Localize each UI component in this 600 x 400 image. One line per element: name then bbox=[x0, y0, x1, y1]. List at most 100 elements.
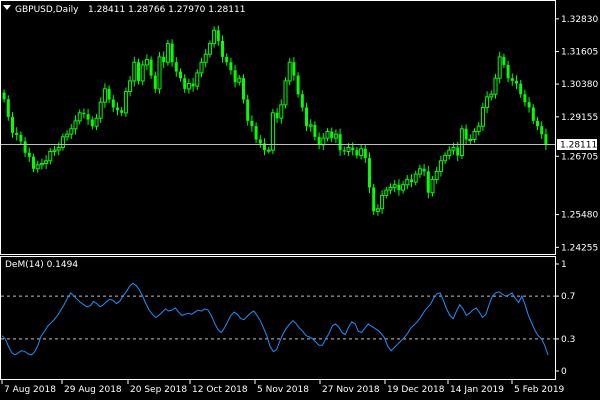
candle bbox=[229, 57, 233, 75]
osc-tick-label: 0.7 bbox=[561, 292, 575, 302]
candle bbox=[410, 174, 413, 188]
time-tick-label: 7 Aug 2018 bbox=[4, 385, 56, 395]
candle bbox=[342, 146, 346, 156]
oscillator-axis: 1 0.7 0.3 0 bbox=[555, 260, 575, 377]
candle bbox=[317, 132, 321, 150]
price-tick-label: 1.24255 bbox=[561, 243, 598, 253]
candle bbox=[216, 25, 220, 46]
candle bbox=[384, 186, 389, 199]
candles-group bbox=[2, 25, 548, 216]
candle bbox=[191, 77, 195, 92]
candle bbox=[333, 129, 338, 143]
candle bbox=[417, 164, 422, 179]
price-tick-label: 1.32830 bbox=[561, 15, 598, 25]
candle bbox=[15, 127, 19, 141]
candle bbox=[325, 128, 330, 142]
candle bbox=[32, 153, 35, 173]
candle bbox=[263, 138, 266, 156]
candle bbox=[94, 114, 99, 131]
candle bbox=[372, 183, 376, 216]
candle bbox=[502, 53, 506, 69]
osc-tick-label: 0.3 bbox=[561, 335, 575, 345]
candle bbox=[246, 94, 250, 126]
candle bbox=[476, 122, 481, 136]
candle bbox=[225, 53, 229, 66]
candle bbox=[254, 122, 258, 144]
candle bbox=[401, 181, 406, 194]
candle bbox=[536, 116, 539, 131]
candle bbox=[102, 83, 107, 108]
candle bbox=[153, 71, 157, 93]
time-tick-label: 19 Dec 2018 bbox=[387, 385, 445, 395]
price-tick-label: 1.30380 bbox=[561, 80, 598, 90]
candle bbox=[11, 112, 14, 138]
candle bbox=[242, 74, 245, 104]
candle bbox=[90, 116, 94, 130]
candle bbox=[179, 68, 182, 82]
candle bbox=[73, 115, 78, 135]
time-tick-label: 27 Nov 2018 bbox=[322, 385, 380, 395]
chart-menu-arrow-icon[interactable] bbox=[3, 5, 11, 10]
symbol-label: GBPUSD,Daily bbox=[15, 5, 79, 15]
candle bbox=[6, 95, 10, 121]
candle bbox=[447, 146, 452, 160]
candle bbox=[283, 77, 288, 109]
candle bbox=[300, 90, 304, 112]
price-tick-label: 1.29155 bbox=[561, 113, 598, 123]
candle bbox=[515, 75, 518, 90]
candle bbox=[48, 147, 53, 165]
candle bbox=[275, 108, 279, 123]
candle bbox=[497, 51, 502, 84]
candle bbox=[98, 97, 103, 123]
candle bbox=[388, 183, 393, 195]
candle bbox=[44, 155, 49, 170]
candle bbox=[292, 57, 296, 81]
candle bbox=[527, 97, 531, 113]
candle bbox=[140, 60, 145, 86]
candle bbox=[321, 132, 326, 150]
candle bbox=[116, 102, 119, 116]
candle bbox=[380, 190, 385, 214]
candle bbox=[266, 146, 271, 154]
candle bbox=[434, 167, 439, 184]
candle bbox=[308, 119, 313, 132]
candle bbox=[19, 131, 23, 145]
candle bbox=[35, 160, 40, 173]
candle bbox=[237, 75, 242, 86]
candle bbox=[472, 128, 477, 143]
candle bbox=[405, 175, 410, 190]
candle bbox=[203, 49, 208, 68]
osc-tick-label: 0 bbox=[561, 367, 567, 377]
candle bbox=[438, 155, 443, 177]
candle bbox=[338, 128, 342, 156]
candle bbox=[540, 121, 544, 139]
candle bbox=[137, 58, 140, 85]
candle bbox=[199, 57, 204, 78]
candle bbox=[77, 109, 82, 125]
candle bbox=[69, 124, 74, 139]
candle bbox=[195, 69, 200, 90]
price-tick-label: 1.31605 bbox=[561, 48, 598, 58]
time-tick-label: 20 Sep 2018 bbox=[130, 385, 187, 395]
price-panel bbox=[0, 0, 556, 255]
candle bbox=[359, 144, 364, 160]
candle bbox=[65, 130, 70, 141]
trading-chart[interactable]: 1.32830 1.31605 1.30380 1.29155 1.26705 1.254… bbox=[0, 0, 600, 400]
candle bbox=[392, 179, 397, 193]
candle bbox=[221, 35, 224, 63]
indicator-panel bbox=[0, 256, 556, 380]
candle bbox=[270, 108, 275, 155]
candle bbox=[296, 72, 300, 98]
candle bbox=[443, 152, 448, 165]
time-tick-label: 14 Jan 2019 bbox=[450, 385, 504, 395]
candle bbox=[144, 54, 149, 71]
candle bbox=[165, 39, 170, 66]
candle bbox=[250, 115, 254, 132]
candle bbox=[464, 124, 468, 144]
candle bbox=[2, 89, 6, 103]
candle bbox=[330, 127, 334, 143]
candle bbox=[397, 179, 401, 196]
time-axis: 7 Aug 2018 29 Aug 2018 20 Sep 2018 12 Oct 2… bbox=[1, 380, 565, 395]
candle bbox=[157, 52, 162, 94]
candle bbox=[430, 175, 435, 197]
